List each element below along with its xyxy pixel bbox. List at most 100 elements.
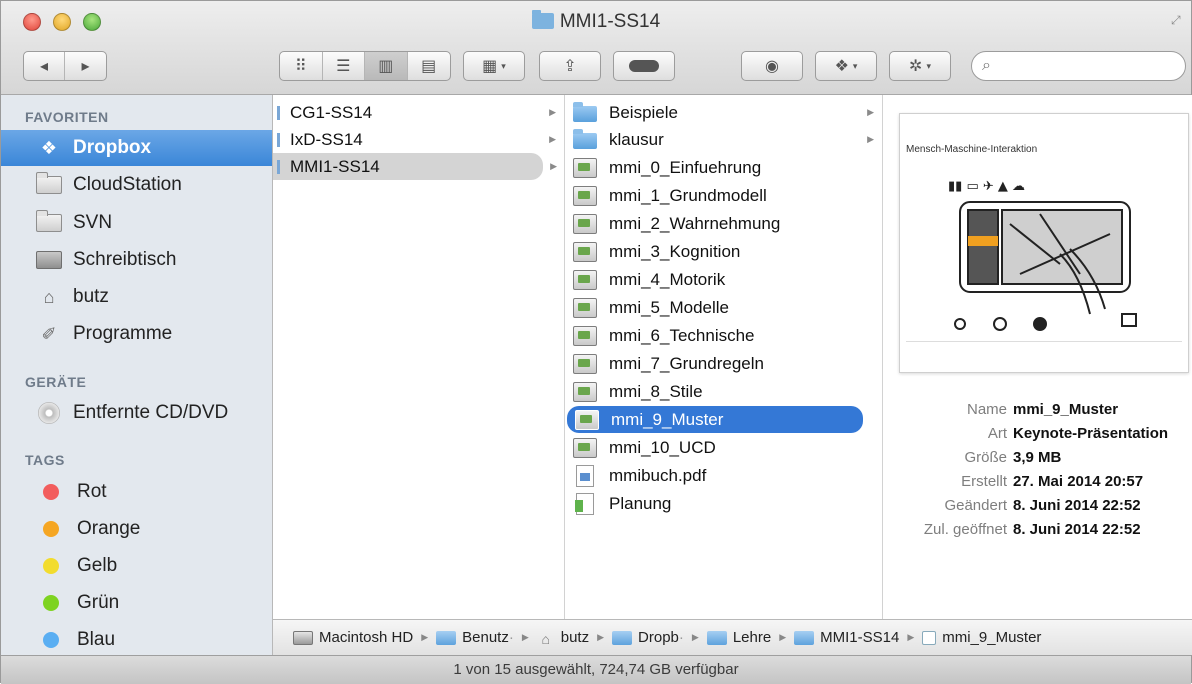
path-crumb[interactable]: Lehre [706,629,772,646]
search-field[interactable]: ⌕ [971,51,1186,81]
info-key: Größe [964,449,1007,466]
sidebar-item-remote-cd[interactable]: Entfernte CD/DVD [1,395,272,431]
quicklook-button[interactable]: ◉ [741,51,803,81]
sidebar: FAVORITEN ❖ Dropbox CloudStation SVN Sch… [1,95,273,655]
fullscreen-icon[interactable]: ⤢ [1171,13,1185,27]
list-item[interactable]: Planung [565,490,882,517]
folder-icon [573,101,597,122]
applications-icon: ✐ [41,323,57,344]
chevron-right-icon: ▶ [549,134,556,144]
share-button[interactable]: ⇪ [539,51,601,81]
list-item[interactable]: mmi_2_Wahrnehmung [565,210,882,237]
sidebar-item-label: Rot [77,481,107,502]
coverflow-icon: ▤ [421,58,437,75]
keynote-file-icon [573,241,597,262]
list-item-label: mmi_0_Einfuehrung [609,157,762,177]
list-item[interactable]: mmi_7_Grundregeln [565,350,882,377]
path-crumb-label: MMI1-SS14 [820,629,900,646]
sidebar-item-programme[interactable]: ✐ Programme [1,316,272,352]
list-item[interactable]: klausur ▶ [565,126,882,153]
path-crumb[interactable]: Dropb · [612,629,684,646]
folder-icon [36,172,62,194]
sidebar-item-label: SVN [73,212,113,233]
list-item[interactable]: mmi_1_Grundmodell [565,182,882,209]
slide-preview[interactable]: Mensch-Maschine-Interaktion ▮▮ ▭ ✈ ▲ ☁ [899,113,1189,373]
list-item-label: Planung [609,493,672,513]
sidebar-item-label: Orange [77,518,141,539]
path-crumb[interactable]: ⌂ butz [537,629,590,647]
list-item[interactable]: mmi_5_Modelle [565,294,882,321]
info-value: 8. Juni 2014 22:52 [1013,497,1141,514]
path-crumb[interactable]: mmi_9_Muster [922,629,1041,646]
path-crumb-label: Lehre [732,629,772,646]
sidebar-header-tags: TAGS [25,452,65,468]
info-row: Erstellt 27. Mai 2014 20:57 [883,473,1192,497]
keynote-file-icon [573,297,597,318]
dropbox-menu-button[interactable]: ❖ ▾ [815,51,877,81]
info-key: Zul. geöffnet [923,521,1007,538]
list-item-label: MMI1-SS14 [290,156,380,176]
sidebar-item-butz[interactable]: ⌂ butz [1,279,272,315]
forward-button[interactable]: ▸ [65,52,106,80]
path-crumb-label: mmi_9_Muster [942,629,1042,646]
list-item[interactable]: CG1-SS14 ▶ [273,99,564,126]
list-item-label: mmi_5_Modelle [609,297,729,317]
sidebar-item-dropbox[interactable]: ❖ Dropbox [1,130,272,166]
slide-footer-line [906,341,1182,342]
list-item[interactable]: Beispiele ▶ [565,99,882,126]
chevron-right-icon: ▶ [597,632,605,642]
list-item-label: mmi_10_UCD [609,437,716,457]
chevron-right-icon: ▶ [867,107,874,117]
list-item[interactable]: mmi_6_Technische [565,322,882,349]
list-item-label: mmi_1_Grundmodell [609,185,767,205]
browser-column-2: Beispiele ▶ klausur ▶ mmi_0_Einfuehrung … [565,95,883,619]
finder-window: MMI1-SS14 ⤢ ◂ ▸ ⠿ ☰ ▥ ▤ ▦ ▾ ⇪ ◉ ❖ ▾ ✲ ▾ … [0,0,1192,684]
path-crumb[interactable]: MMI1-SS14 [794,629,899,646]
arrange-icon: ▦ [482,58,498,75]
list-item-label: mmi_7_Grundregeln [609,353,764,373]
path-crumb[interactable]: Benutz · [436,629,514,646]
chevron-right-icon: ▶ [421,632,429,642]
browser-column-1: CG1-SS14 ▶ IxD-SS14 ▶ MMI1-SS14 ▶ [273,95,565,619]
list-item[interactable]: mmi_8_Stile [565,378,882,405]
sidebar-item-tag-orange[interactable]: Orange [1,511,272,547]
list-item[interactable]: mmi_4_Motorik [565,266,882,293]
back-button[interactable]: ◂ [24,52,66,80]
list-item[interactable]: mmi_10_UCD [565,434,882,461]
list-item-selected[interactable]: mmi_9_Muster [567,406,863,433]
list-item[interactable]: mmi_3_Kognition [565,238,882,265]
sidebar-item-cloudstation[interactable]: CloudStation [1,167,272,203]
sidebar-item-tag-gelb[interactable]: Gelb [1,548,272,584]
hard-drive-icon [293,630,313,645]
sidebar-item-tag-rot[interactable]: Rot [1,474,272,510]
list-item[interactable]: IxD-SS14 ▶ [273,126,564,153]
list-item[interactable]: mmibuch.pdf [565,462,882,489]
list-item[interactable]: mmi_0_Einfuehrung [565,154,882,181]
desktop-icon [36,251,62,269]
action-menu-button[interactable]: ✲ ▾ [889,51,951,81]
columns-icon: ▥ [378,58,394,75]
list-item-label: mmi_6_Technische [609,325,755,345]
list-item[interactable]: MMI1-SS14 ▶ [273,153,557,180]
sidebar-item-tag-gruen[interactable]: Grün [1,585,272,621]
list-view-button[interactable]: ☰ [323,52,365,80]
tag-button[interactable] [613,51,675,81]
window-title-text: MMI1-SS14 [559,11,661,32]
path-crumb-label: Benutz [462,629,509,646]
path-crumb[interactable]: Macintosh HD [293,629,413,646]
list-item-label: mmi_8_Stile [609,381,703,401]
arrange-button[interactable]: ▦ ▾ [463,51,525,81]
sidebar-item-schreibtisch[interactable]: Schreibtisch [1,242,272,278]
info-value: 8. Juni 2014 22:52 [1013,521,1141,538]
keynote-file-icon [573,437,597,458]
keynote-file-icon [573,269,597,290]
sidebar-header-devices: GERÄTE [25,374,87,390]
column-view-button[interactable]: ▥ [365,52,408,80]
coverflow-view-button[interactable]: ▤ [408,52,450,80]
folder-icon [36,210,62,232]
tag-dot-icon [43,595,59,611]
icon-view-button[interactable]: ⠿ [280,52,323,80]
sidebar-item-svn[interactable]: SVN [1,205,272,241]
sidebar-item-label: Entfernte CD/DVD [73,402,229,423]
sidebar-item-tag-blau[interactable]: Blau [1,622,272,655]
